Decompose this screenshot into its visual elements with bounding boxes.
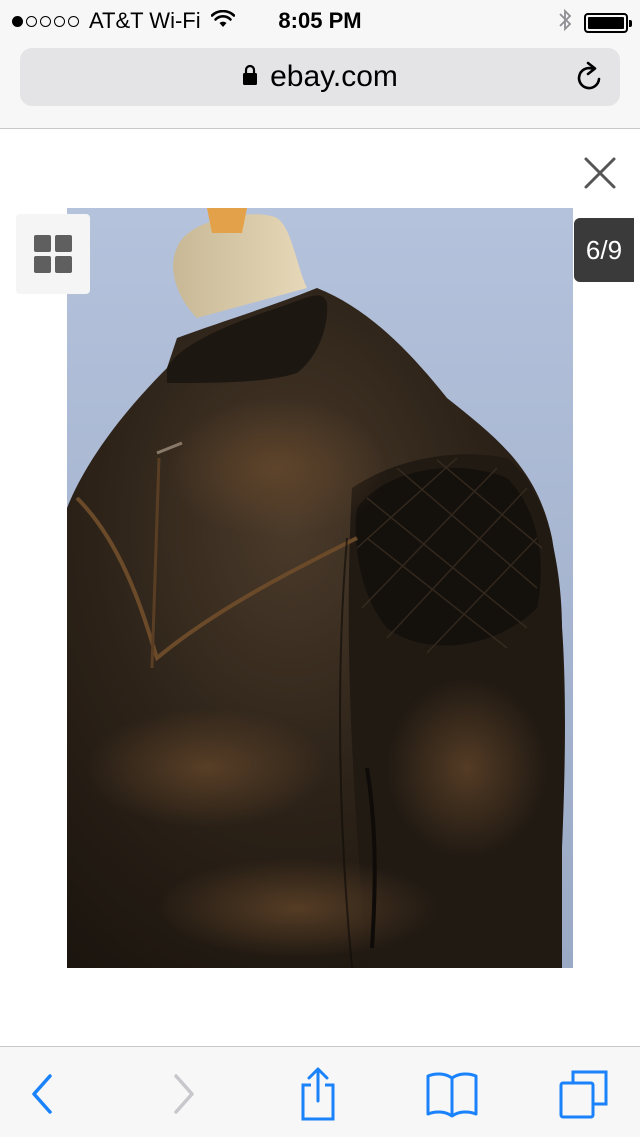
status-bar: AT&T Wi-Fi 8:05 PM [0, 0, 640, 40]
gallery-grid-button[interactable] [16, 214, 90, 294]
share-button[interactable] [293, 1067, 343, 1121]
close-icon [584, 157, 616, 189]
status-right [558, 8, 632, 38]
tabs-icon [559, 1070, 608, 1119]
chevron-right-icon [174, 1074, 194, 1114]
battery-icon [584, 13, 632, 33]
tabs-button[interactable] [556, 1069, 612, 1119]
jacket-image [67, 208, 573, 968]
grid-icon [34, 235, 72, 273]
safari-toolbar [0, 1046, 640, 1137]
battery-fill [588, 17, 624, 29]
chevron-left-icon [32, 1074, 52, 1114]
address-area: ebay.com [0, 40, 640, 129]
url-text: ebay.com [270, 60, 398, 93]
clock: 8:05 PM [278, 8, 362, 33]
bookmarks-button[interactable] [424, 1069, 480, 1119]
close-button[interactable] [580, 153, 620, 193]
product-photo[interactable] [67, 208, 573, 968]
image-counter: 6/9 [574, 218, 634, 282]
reload-button[interactable] [574, 60, 606, 99]
bluetooth-icon [558, 8, 572, 38]
lock-icon [242, 64, 258, 91]
address-bar[interactable]: ebay.com [20, 48, 620, 106]
back-button[interactable] [18, 1069, 68, 1119]
forward-button[interactable] [158, 1069, 208, 1119]
image-viewer: 6/9 [0, 129, 640, 1046]
book-icon [426, 1072, 478, 1118]
share-icon [301, 1067, 335, 1121]
